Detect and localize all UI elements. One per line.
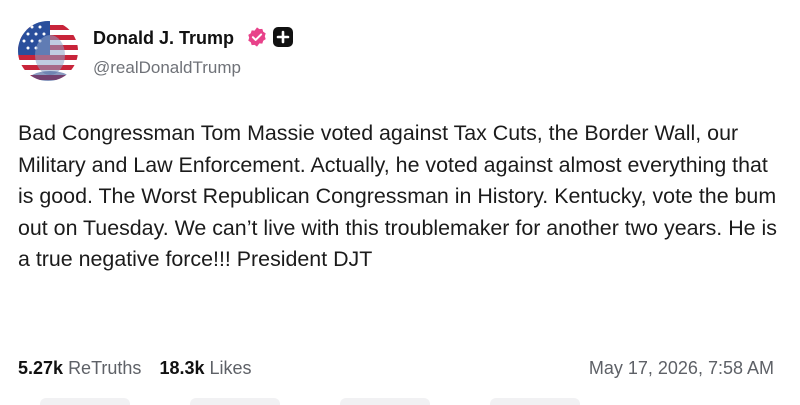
author-display-name[interactable]: Donald J. Trump — [93, 27, 234, 49]
action-button-edge[interactable] — [40, 398, 130, 405]
author-handle[interactable]: @realDonaldTrump — [93, 58, 241, 78]
post-text: Bad Congressman Tom Massie voted against… — [18, 121, 777, 271]
likes-count: 18.3k — [159, 358, 205, 378]
retruths-label: ReTruths — [68, 358, 142, 378]
action-bar-edge — [0, 398, 800, 405]
action-button-edge[interactable] — [190, 398, 280, 405]
verified-badge-icon — [246, 26, 268, 48]
post-stats: 5.27k ReTruths 18.3k Likes — [18, 356, 265, 380]
retruths-count: 5.27k — [18, 358, 64, 378]
post-card: Donald J. Trump @realDonaldTrump Bad Con… — [0, 0, 800, 405]
retruths-stat[interactable]: 5.27k ReTruths — [18, 356, 141, 380]
likes-stat[interactable]: 18.3k Likes — [159, 356, 251, 380]
post-timestamp[interactable]: May 17, 2026, 7:58 AM — [589, 356, 774, 380]
avatar[interactable] — [18, 21, 78, 81]
action-button-edge[interactable] — [340, 398, 430, 405]
flag-portrait-avatar-icon — [18, 21, 78, 81]
plus-badge-icon — [273, 27, 293, 47]
likes-label: Likes — [209, 358, 252, 378]
action-button-edge[interactable] — [490, 398, 580, 405]
